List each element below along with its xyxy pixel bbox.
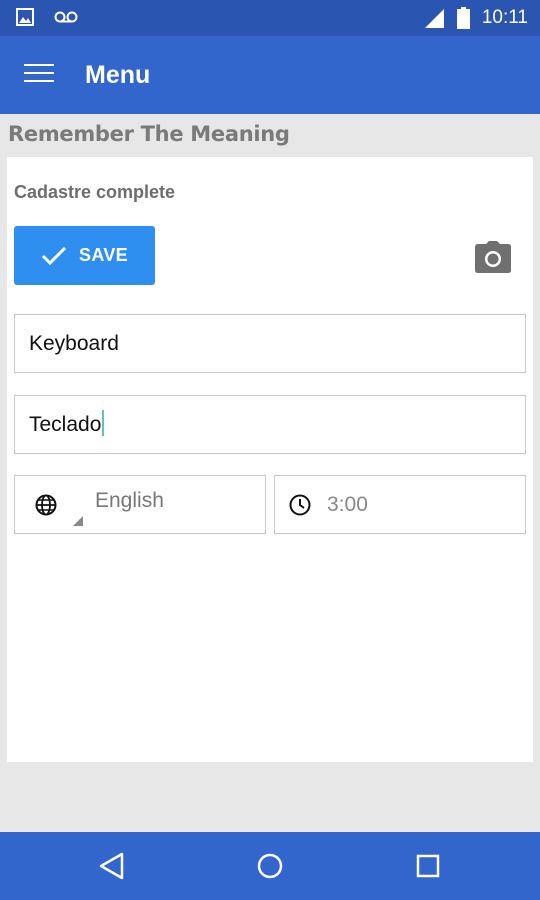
camera-icon[interactable] (475, 241, 511, 273)
dropdown-arrow-icon (73, 516, 83, 526)
image-icon (16, 8, 34, 26)
navigation-bar (0, 832, 540, 900)
time-input-value: 3:00 (327, 493, 368, 516)
home-icon[interactable] (254, 850, 286, 882)
translation-input-value: Teclado (29, 413, 102, 436)
time-input[interactable]: 3:00 (274, 475, 526, 534)
language-select-value: English (95, 489, 164, 512)
battery-icon (456, 7, 470, 29)
form-subtitle: Cadastre complete (14, 182, 176, 202)
form-card: Cadastre complete SAVE Keyboard Teclado … (7, 157, 533, 762)
save-button[interactable]: SAVE (14, 226, 155, 285)
app-bar: Menu (0, 36, 540, 114)
clock-icon (289, 494, 311, 516)
back-icon[interactable] (96, 850, 128, 882)
translation-input[interactable]: Teclado (14, 395, 526, 454)
globe-icon (35, 494, 57, 516)
language-select[interactable]: English (14, 475, 266, 534)
check-icon (41, 246, 67, 265)
recent-apps-icon[interactable] (412, 850, 444, 882)
voicemail-icon (54, 11, 78, 23)
text-cursor (102, 410, 105, 437)
hamburger-menu-icon[interactable] (24, 64, 54, 86)
app-title: Menu (85, 61, 151, 89)
status-time: 10:11 (481, 7, 528, 28)
word-input[interactable]: Keyboard (14, 314, 526, 373)
save-button-label: SAVE (79, 245, 128, 265)
status-bar: 10:11 (0, 0, 540, 36)
section-title: Remember The Meaning (8, 122, 290, 146)
signal-icon (424, 9, 444, 28)
word-input-value: Keyboard (29, 332, 119, 355)
